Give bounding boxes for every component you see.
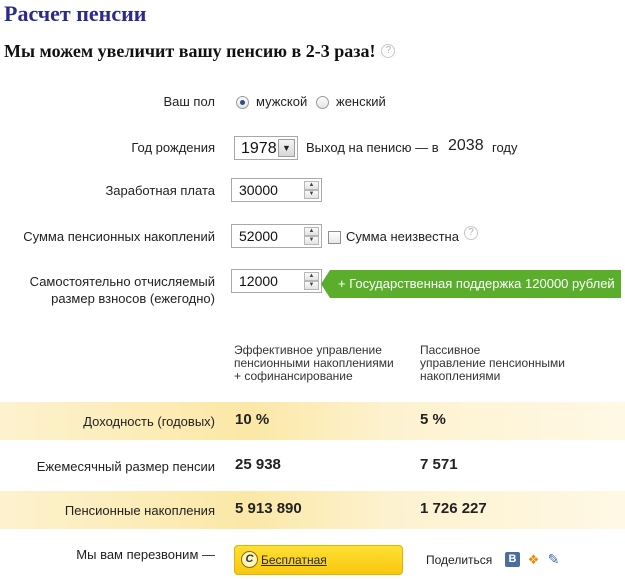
- contribution-label: Самостоятельно отчисляемый размер взносо…: [10, 273, 215, 307]
- savings-value: 52000: [239, 228, 278, 244]
- chevron-down-icon[interactable]: ▼: [278, 139, 295, 157]
- contribution-stepper[interactable]: ▲ ▼: [304, 272, 319, 290]
- odnoklassniki-icon[interactable]: ❖: [526, 552, 541, 567]
- table-cell: 5 913 890: [235, 500, 302, 517]
- retire-suffix: году: [492, 140, 518, 155]
- help-icon[interactable]: ?: [464, 226, 478, 240]
- column-header-line: + софинансирование: [234, 369, 353, 383]
- birth-year-select[interactable]: 1978 ▼: [234, 136, 298, 160]
- help-icon[interactable]: ?: [381, 43, 396, 58]
- spin-down-icon[interactable]: ▼: [304, 281, 319, 290]
- table-row-label: Пенсионные накопления: [64, 503, 215, 518]
- table-row-label: Доходность (годовых): [83, 414, 215, 429]
- savings-label: Сумма пенсионных накоплений: [23, 229, 215, 244]
- contribution-input[interactable]: 12000 ▲ ▼: [231, 269, 322, 293]
- page-title: Расчет пенсии: [4, 1, 147, 26]
- spin-down-icon[interactable]: ▼: [304, 236, 319, 245]
- gender-male-label[interactable]: мужской: [256, 94, 307, 109]
- page-subtitle: Мы можем увеличит вашу пенсию в 2-3 раза…: [4, 41, 396, 62]
- savings-unknown-label[interactable]: Сумма неизвестна: [346, 229, 459, 244]
- spin-up-icon[interactable]: ▲: [304, 272, 319, 281]
- salary-stepper[interactable]: ▲ ▼: [304, 181, 319, 199]
- table-row-label: Ежемесячный размер пенсии: [36, 459, 215, 474]
- birth-year-label: Год рождения: [131, 140, 215, 155]
- phone-icon: C: [241, 551, 258, 568]
- retire-text: Выход на пенисю — в: [306, 140, 439, 155]
- table-cell: 10 %: [235, 411, 270, 428]
- spin-up-icon[interactable]: ▲: [304, 227, 319, 236]
- gender-male-radio[interactable]: [236, 96, 249, 109]
- column-header-effective: Эффективное управление пенсионными накоп…: [234, 344, 414, 383]
- table-cell: 7 571: [420, 456, 458, 473]
- salary-input[interactable]: 30000 ▲ ▼: [231, 178, 322, 202]
- spin-down-icon[interactable]: ▼: [304, 190, 319, 199]
- column-header-passive: Пассивное управление пенсионными накопле…: [420, 344, 600, 383]
- free-consultation-button[interactable]: C Бесплатная консультация: [234, 545, 403, 575]
- bookmark-pen-icon[interactable]: ✎: [546, 552, 561, 567]
- share-label: Поделиться: [426, 553, 493, 567]
- contribution-label-line2: размер взносов (ежегодно): [51, 291, 215, 306]
- salary-label: Заработная плата: [105, 183, 215, 198]
- gender-label: Ваш пол: [163, 94, 215, 109]
- retire-year: 2038: [448, 137, 484, 154]
- spin-up-icon[interactable]: ▲: [304, 181, 319, 190]
- subtitle-text: Мы можем увеличит вашу пенсию в 2-3 раза…: [4, 41, 376, 61]
- vk-icon[interactable]: B: [505, 552, 520, 567]
- column-header-line: накоплениями: [420, 369, 501, 383]
- free-consultation-label[interactable]: Бесплатная консультация: [261, 553, 336, 579]
- gender-female-label[interactable]: женский: [336, 94, 386, 109]
- contribution-label-line1: Самостоятельно отчисляемый: [29, 274, 215, 289]
- state-support-badge: + Государственная поддержка 120000 рубле…: [321, 270, 621, 298]
- table-cell: 1 726 227: [420, 500, 487, 517]
- birth-year-value: 1978: [241, 140, 277, 157]
- table-cell: 25 938: [235, 456, 281, 473]
- table-cell: 5 %: [420, 411, 446, 428]
- callback-label: Мы вам перезвоним —: [76, 547, 215, 562]
- savings-input[interactable]: 52000 ▲ ▼: [231, 224, 322, 248]
- gender-female-radio[interactable]: [316, 96, 329, 109]
- savings-unknown-checkbox[interactable]: [328, 231, 341, 244]
- savings-stepper[interactable]: ▲ ▼: [304, 227, 319, 245]
- salary-value: 30000: [239, 182, 278, 198]
- contribution-value: 12000: [239, 273, 278, 289]
